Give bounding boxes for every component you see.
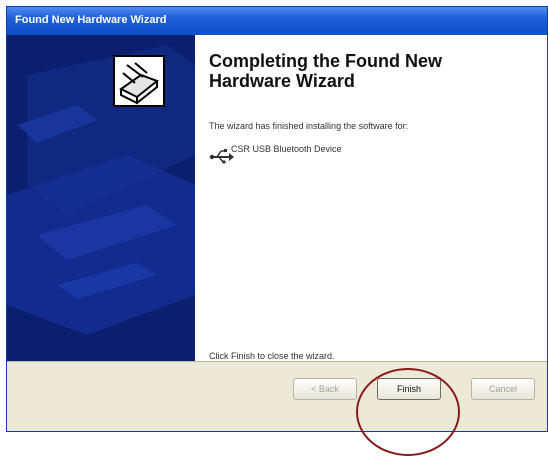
hardware-box-icon — [113, 55, 165, 107]
wizard-window: Found New Hardware Wizard Completing the… — [6, 6, 548, 432]
close-instruction: Click Finish to close the wizard. — [209, 351, 335, 361]
page-title-line1: Completing the Found New — [209, 51, 442, 71]
wizard-banner — [7, 35, 195, 361]
page-title: Completing the Found New Hardware Wizard — [209, 51, 509, 91]
device-name: CSR USB Bluetooth Device — [231, 144, 342, 154]
window-title: Found New Hardware Wizard — [15, 14, 167, 26]
page-title-line2: Hardware Wizard — [209, 71, 355, 91]
completion-description: The wizard has finished installing the s… — [209, 121, 409, 131]
title-bar[interactable]: Found New Hardware Wizard — [7, 7, 547, 35]
wizard-content: Completing the Found New Hardware Wizard… — [195, 35, 547, 361]
finish-button[interactable]: Finish — [377, 378, 441, 400]
cancel-button[interactable]: Cancel — [471, 378, 535, 400]
back-button[interactable]: < Back — [293, 378, 357, 400]
button-bar: < Back Finish Cancel — [7, 361, 547, 431]
banner-graphic — [7, 35, 195, 361]
